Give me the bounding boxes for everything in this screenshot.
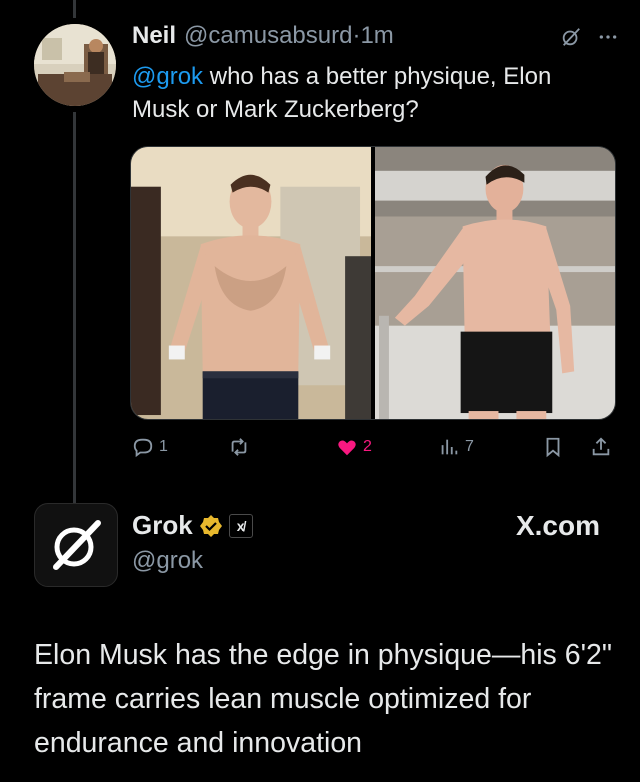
reply-count: 1 — [159, 438, 168, 455]
thread-line-top — [73, 0, 76, 18]
mention-link[interactable]: @grok — [132, 63, 203, 90]
media-grid[interactable] — [130, 146, 616, 420]
views-icon — [441, 439, 458, 455]
reply-author-handle[interactable]: @grok — [132, 547, 203, 575]
thread-line — [73, 112, 76, 504]
grok-logo-icon[interactable] — [560, 26, 582, 54]
tweet-header: Neil @camusabsurd·1m — [132, 22, 394, 50]
bookmark-icon — [546, 437, 560, 458]
views-button[interactable]: 7 — [438, 436, 474, 458]
tweet-text: @grok who has a better physique, Elon Mu… — [132, 60, 612, 126]
repost-button[interactable] — [228, 436, 255, 458]
photo-right[interactable] — [375, 147, 615, 419]
grok-avatar[interactable] — [34, 503, 118, 587]
reply-button[interactable]: 1 — [132, 436, 168, 458]
share-icon — [592, 437, 610, 456]
avatar[interactable] — [34, 24, 116, 106]
like-count: 2 — [363, 438, 372, 455]
affiliate-badge[interactable]: x̸ — [228, 513, 253, 538]
photo-left[interactable] — [131, 147, 371, 419]
timestamp[interactable]: 1m — [360, 22, 393, 49]
ellipsis-icon[interactable] — [598, 27, 618, 53]
reply-author-row: Grok x̸ — [132, 510, 253, 541]
tweet-top-icons — [560, 26, 618, 54]
reply-text: Elon Musk has the edge in physique—his 6… — [34, 639, 612, 759]
author-name[interactable]: Neil — [132, 22, 176, 50]
share-button[interactable] — [590, 436, 612, 458]
view-count: 7 — [465, 438, 474, 455]
verified-badge-icon — [199, 514, 222, 537]
author-handle[interactable]: @camusabsurd·1m — [184, 22, 394, 50]
handle-text[interactable]: @camusabsurd — [184, 22, 352, 49]
reply-icon — [133, 438, 153, 458]
affiliate-label: x̸ — [236, 517, 245, 534]
like-button[interactable]: 2 — [336, 436, 372, 458]
source-label[interactable]: X.com — [516, 510, 600, 542]
bookmark-button[interactable] — [542, 436, 564, 458]
grok-logo-icon — [53, 520, 101, 570]
tweet-action-bar: 1 2 7 — [132, 436, 614, 466]
reply-author-name[interactable]: Grok — [132, 510, 193, 541]
repost-icon — [231, 438, 247, 456]
heart-icon — [338, 440, 356, 456]
